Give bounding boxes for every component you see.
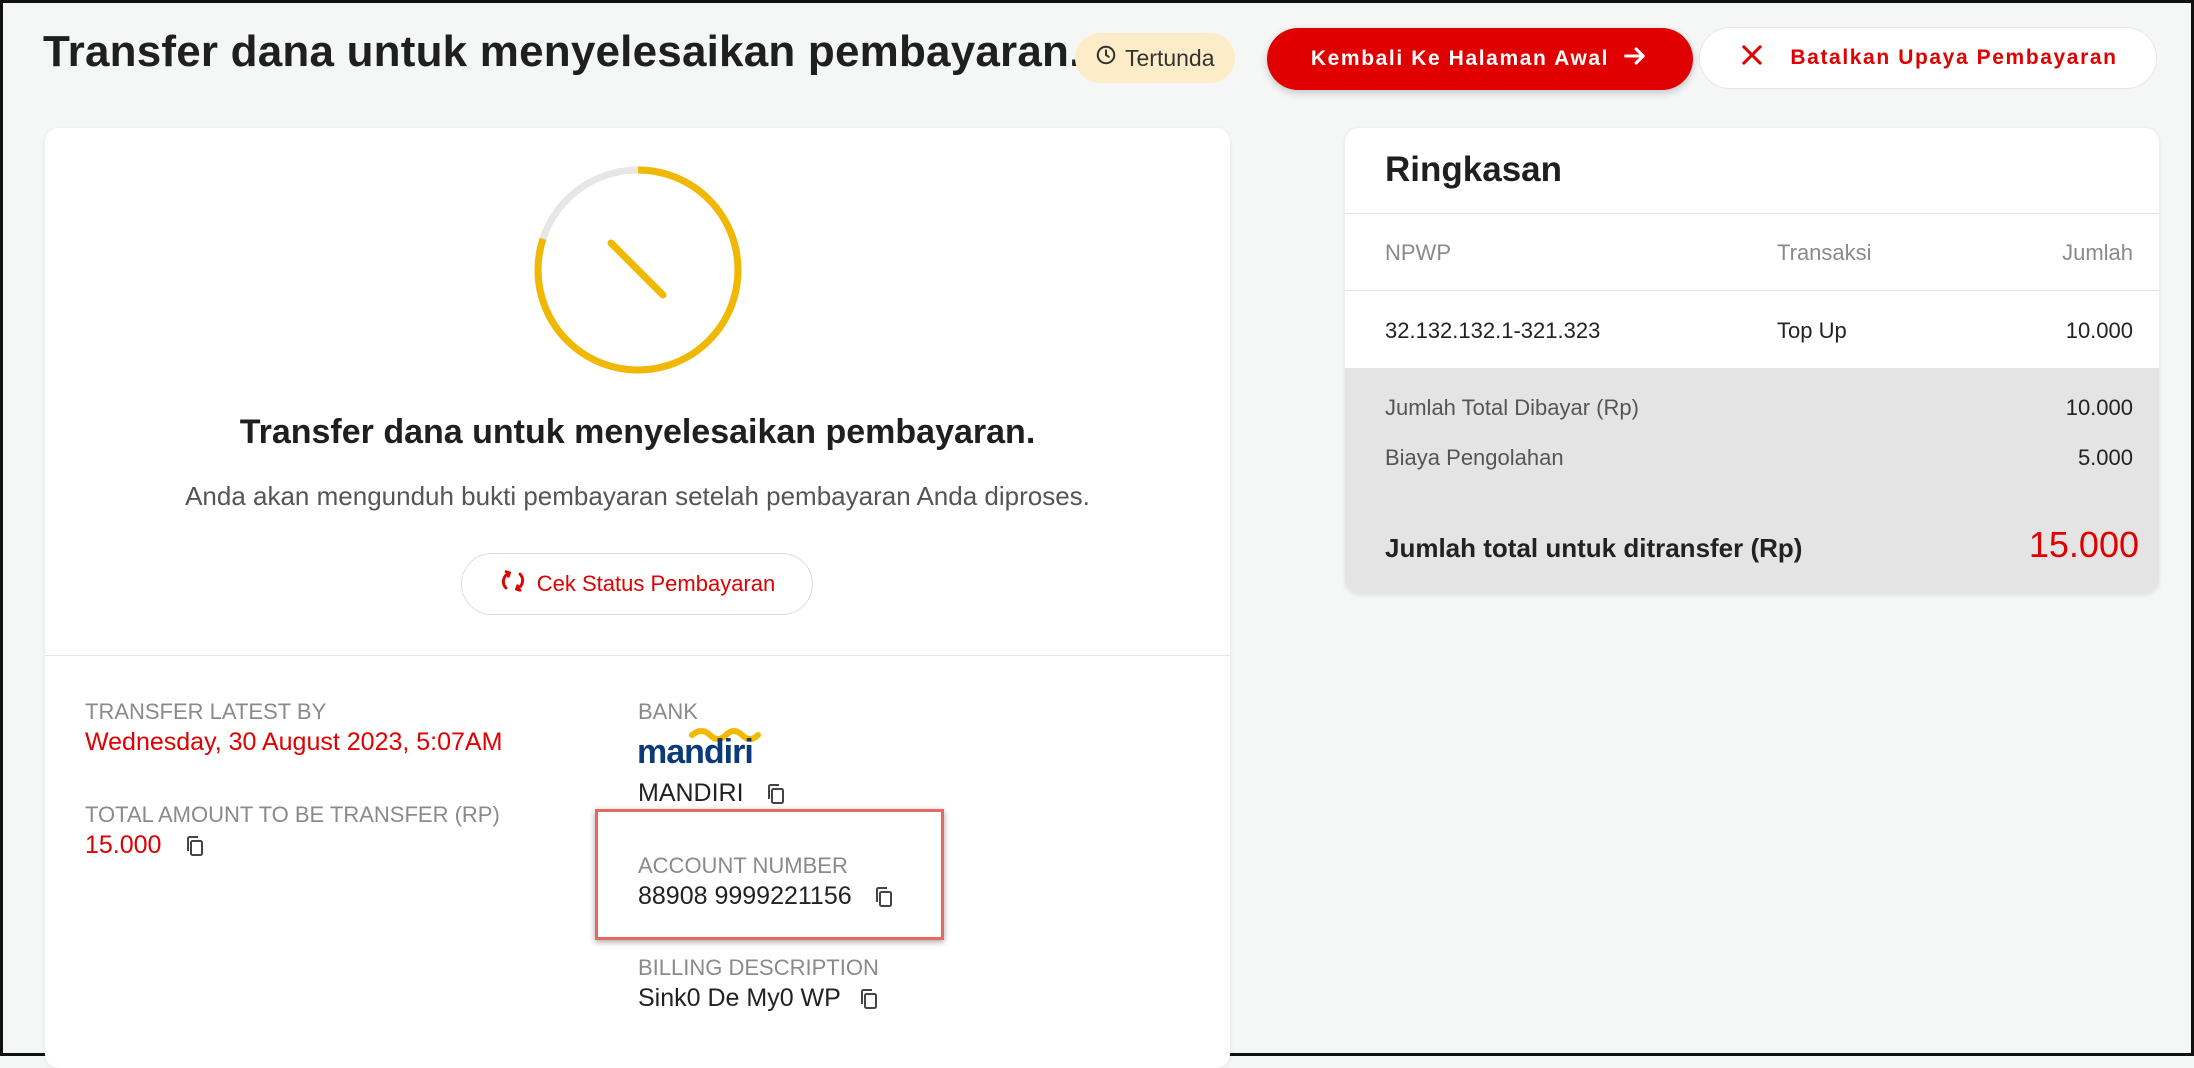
cancel-payment-button[interactable]: Batalkan Upaya Pembayaran <box>1699 27 2157 89</box>
total-amount-label: TOTAL AMOUNT TO BE TRANSFER (RP) <box>85 802 500 827</box>
transfer-latest-value: Wednesday, 30 August 2023, 5:07AM <box>85 728 503 756</box>
copy-icon[interactable] <box>857 987 881 1011</box>
mandiri-logo-text: mandiri <box>637 733 754 771</box>
processing-fee-label: Biaya Pengolahan <box>1385 445 1564 470</box>
account-number-row: 88908 9999221156 <box>638 882 896 911</box>
bank-value: MANDIRI <box>638 779 744 807</box>
grand-total-value: 15.000 <box>2028 524 2139 565</box>
total-paid-value: 10.000 <box>2065 395 2133 420</box>
bank-label: BANK <box>638 699 698 724</box>
summary-card: Ringkasan NPWP Transaksi Jumlah 32.132.1… <box>1345 128 2159 594</box>
processing-fee-value: 5.000 <box>2077 445 2133 470</box>
check-payment-status-label: Cek Status Pembayaran <box>536 571 776 596</box>
cancel-payment-label: Batalkan Upaya Pembayaran <box>1790 46 2118 69</box>
status-badge-label: Tertunda <box>1125 44 1215 71</box>
row-npwp: 32.132.132.1-321.323 <box>1385 318 1601 343</box>
summary-divider <box>1345 290 2159 291</box>
billing-description-label: BILLING DESCRIPTION <box>638 955 879 980</box>
summary-divider <box>1345 213 2159 214</box>
transfer-latest-label: TRANSFER LATEST BY <box>85 699 327 724</box>
status-badge: Tertunda <box>1075 33 1235 83</box>
copy-icon[interactable] <box>764 782 788 806</box>
grand-total-label: Jumlah total untuk ditransfer (Rp) <box>1385 533 1803 563</box>
billing-description-value: Sink0 De My0 WP <box>638 984 841 1012</box>
billing-description-row: Sink0 De My0 WP <box>638 984 881 1013</box>
check-payment-status-button[interactable]: Cek Status Pembayaran <box>461 553 813 615</box>
row-transaksi: Top Up <box>1777 318 1847 343</box>
account-number-value: 88908 9999221156 <box>638 882 852 910</box>
column-header-transaksi: Transaksi <box>1777 240 1872 265</box>
column-header-npwp: NPWP <box>1385 240 1451 265</box>
copy-icon[interactable] <box>872 885 896 909</box>
page-title: Transfer dana untuk menyelesaikan pembay… <box>43 27 1082 76</box>
bank-row: MANDIRI <box>638 779 788 808</box>
row-jumlah: 10.000 <box>2065 318 2133 343</box>
back-to-home-button[interactable]: Kembali Ke Halaman Awal <box>1267 28 1693 90</box>
clock-icon <box>1095 44 1117 72</box>
section-divider <box>45 655 1230 656</box>
status-title: Transfer dana untuk menyelesaikan pembay… <box>239 413 1036 451</box>
pending-progress-indicator <box>533 165 743 380</box>
arrow-right-icon <box>1621 42 1649 76</box>
account-number-label: ACCOUNT NUMBER <box>638 853 848 878</box>
summary-totals: Jumlah Total Dibayar (Rp) 10.000 Biaya P… <box>1345 368 2159 594</box>
back-to-home-label: Kembali Ke Halaman Awal <box>1310 47 1610 70</box>
summary-title: Ringkasan <box>1385 150 1562 189</box>
mandiri-logo: mandiri <box>637 725 777 771</box>
total-paid-label: Jumlah Total Dibayar (Rp) <box>1385 395 1639 420</box>
copy-icon[interactable] <box>183 834 207 858</box>
column-header-jumlah: Jumlah <box>2062 240 2133 265</box>
total-amount-row: 15.000 <box>85 831 207 860</box>
status-subtitle: Anda akan mengunduh bukti pembayaran set… <box>185 481 1090 511</box>
refresh-icon <box>499 567 527 601</box>
close-icon <box>1738 41 1766 75</box>
total-amount-value: 15.000 <box>85 831 162 859</box>
